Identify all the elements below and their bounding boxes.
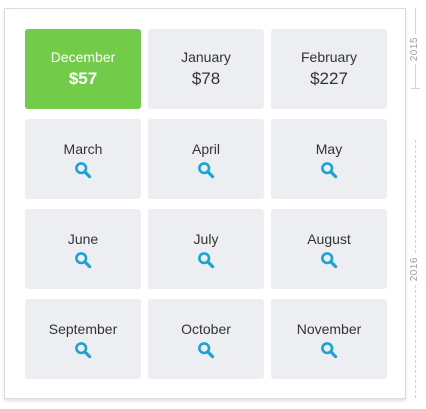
- search-icon: [198, 341, 215, 358]
- month-label: September: [48, 320, 118, 337]
- month-cell-december[interactable]: December $57: [25, 29, 141, 109]
- month-cell-november[interactable]: November: [271, 299, 387, 379]
- month-label: February: [300, 49, 358, 65]
- year-timeline: 2015 2016: [406, 8, 426, 400]
- month-cell-april[interactable]: April: [148, 119, 264, 199]
- month-label: May: [315, 140, 343, 157]
- month-cell-october[interactable]: October: [148, 299, 264, 379]
- search-icon: [321, 251, 338, 268]
- month-cell-july[interactable]: July: [148, 209, 264, 289]
- month-label: June: [67, 230, 99, 247]
- month-price: $78: [191, 69, 221, 88]
- month-grid: December $57 January $78 February $227 M…: [25, 29, 387, 379]
- search-icon: [75, 161, 92, 178]
- search-icon: [198, 251, 215, 268]
- month-price: $57: [68, 69, 98, 88]
- search-icon: [321, 341, 338, 358]
- search-icon: [75, 341, 92, 358]
- month-price: $227: [310, 69, 348, 88]
- search-icon: [75, 251, 92, 268]
- month-label: November: [296, 320, 362, 337]
- month-label: April: [191, 140, 220, 157]
- timeline-tick: [411, 88, 420, 89]
- search-icon: [198, 161, 215, 178]
- month-cell-march[interactable]: March: [25, 119, 141, 199]
- month-cell-february[interactable]: February $227: [271, 29, 387, 109]
- month-label: August: [307, 230, 351, 247]
- month-cell-may[interactable]: May: [271, 119, 387, 199]
- month-label: March: [63, 140, 103, 157]
- month-label: October: [181, 320, 231, 337]
- year-label-2015: 2015: [409, 34, 420, 65]
- month-cell-june[interactable]: June: [25, 209, 141, 289]
- year-label-2016: 2016: [409, 254, 420, 285]
- month-label: January: [181, 49, 231, 65]
- month-cell-august[interactable]: August: [271, 209, 387, 289]
- month-picker-panel: December $57 January $78 February $227 M…: [4, 8, 406, 399]
- month-cell-september[interactable]: September: [25, 299, 141, 379]
- month-label: December: [50, 49, 116, 65]
- month-cell-january[interactable]: January $78: [148, 29, 264, 109]
- month-label: July: [193, 230, 219, 247]
- search-icon: [321, 161, 338, 178]
